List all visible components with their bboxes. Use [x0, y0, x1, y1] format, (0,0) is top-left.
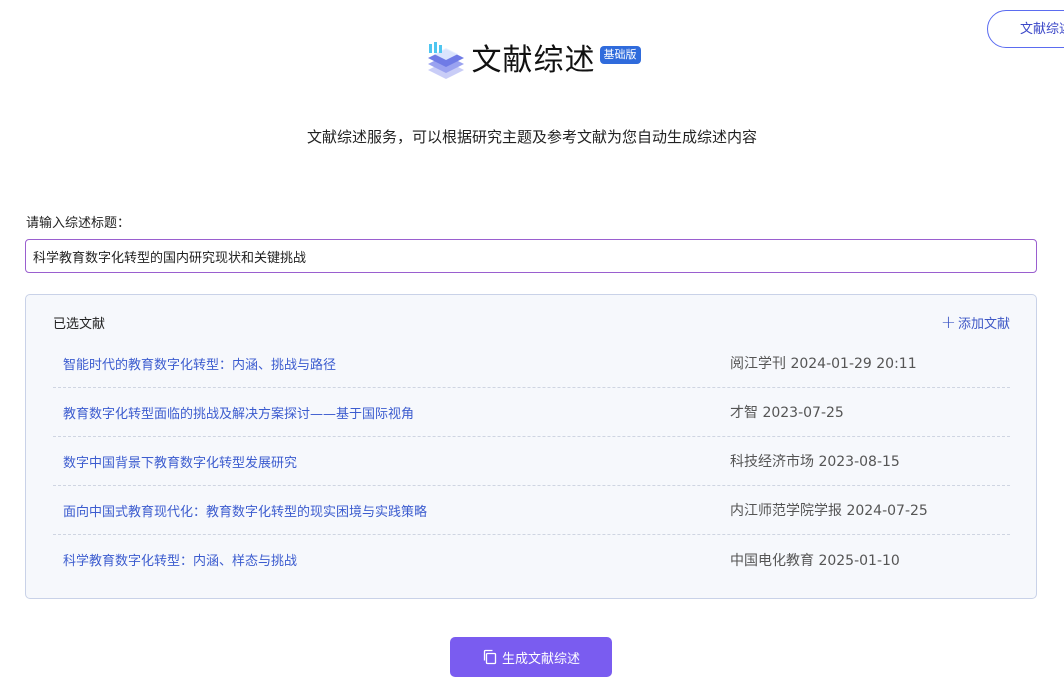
reference-list: 智能时代的教育数字化转型：内涵、挑战与路径 阅江学刊 2024-01-29 20…: [53, 339, 1010, 584]
reference-meta: 内江师范学院学报 2024-07-25: [730, 503, 928, 519]
selected-references-panel: 已选文献 + 添加文献 智能时代的教育数字化转型：内涵、挑战与路径 阅江学刊 2…: [25, 294, 1037, 599]
page-header: 文献综述 基础版: [0, 40, 1064, 82]
stack-logo-icon: [424, 40, 468, 82]
add-reference-label: 添加文献: [957, 317, 1010, 332]
page-title: 文献综述: [471, 43, 596, 78]
page-subtitle: 文献综述服务，可以根据研究主题及参考文献为您自动生成综述内容: [306, 128, 757, 146]
reference-title-link[interactable]: 智能时代的教育数字化转型：内涵、挑战与路径: [63, 354, 336, 373]
reference-meta: 中国电化教育 2025-01-10: [730, 552, 900, 569]
reference-title-link[interactable]: 数字中国背景下教育数字化转型发展研究: [63, 452, 297, 471]
list-item: 智能时代的教育数字化转型：内涵、挑战与路径 阅江学刊 2024-01-29 20…: [53, 339, 1010, 388]
list-item: 教育数字化转型面临的挑战及解决方案探讨——基于国际视角 才智 2023-07-2…: [53, 388, 1010, 437]
copy-icon: [482, 649, 498, 665]
reference-meta: 科技经济市场 2023-08-15: [730, 454, 900, 470]
title-input-label: 请输入综述标题：: [26, 216, 131, 231]
list-item: 科学教育数字化转型：内涵、样态与挑战 中国电化教育 2025-01-10: [53, 535, 1010, 584]
reference-title-link[interactable]: 科学教育数字化转型：内涵、样态与挑战: [63, 550, 297, 569]
plus-icon: +: [940, 311, 956, 333]
list-item: 面向中国式教育现代化：教育数字化转型的现实困境与实践策略 内江师范学院学报 20…: [53, 486, 1010, 535]
reference-title-link[interactable]: 面向中国式教育现代化：教育数字化转型的现实困境与实践策略: [63, 501, 427, 520]
generate-review-label: 生成文献综述: [501, 650, 580, 666]
generate-review-button[interactable]: 生成文献综述: [450, 637, 612, 677]
reference-meta: 阅江学刊 2024-01-29 20:11: [730, 356, 917, 372]
panel-header: 已选文献 + 添加文献: [53, 313, 1010, 332]
list-item: 数字中国背景下教育数字化转型发展研究 科技经济市场 2023-08-15: [53, 437, 1010, 486]
review-title-input[interactable]: [25, 239, 1037, 273]
reference-meta: 才智 2023-07-25: [730, 405, 844, 421]
reference-title-link[interactable]: 教育数字化转型面临的挑战及解决方案探讨——基于国际视角: [63, 403, 414, 422]
panel-title: 已选文献: [53, 317, 106, 332]
add-reference-button[interactable]: + 添加文献: [941, 313, 1010, 332]
version-badge: 基础版: [599, 46, 641, 64]
